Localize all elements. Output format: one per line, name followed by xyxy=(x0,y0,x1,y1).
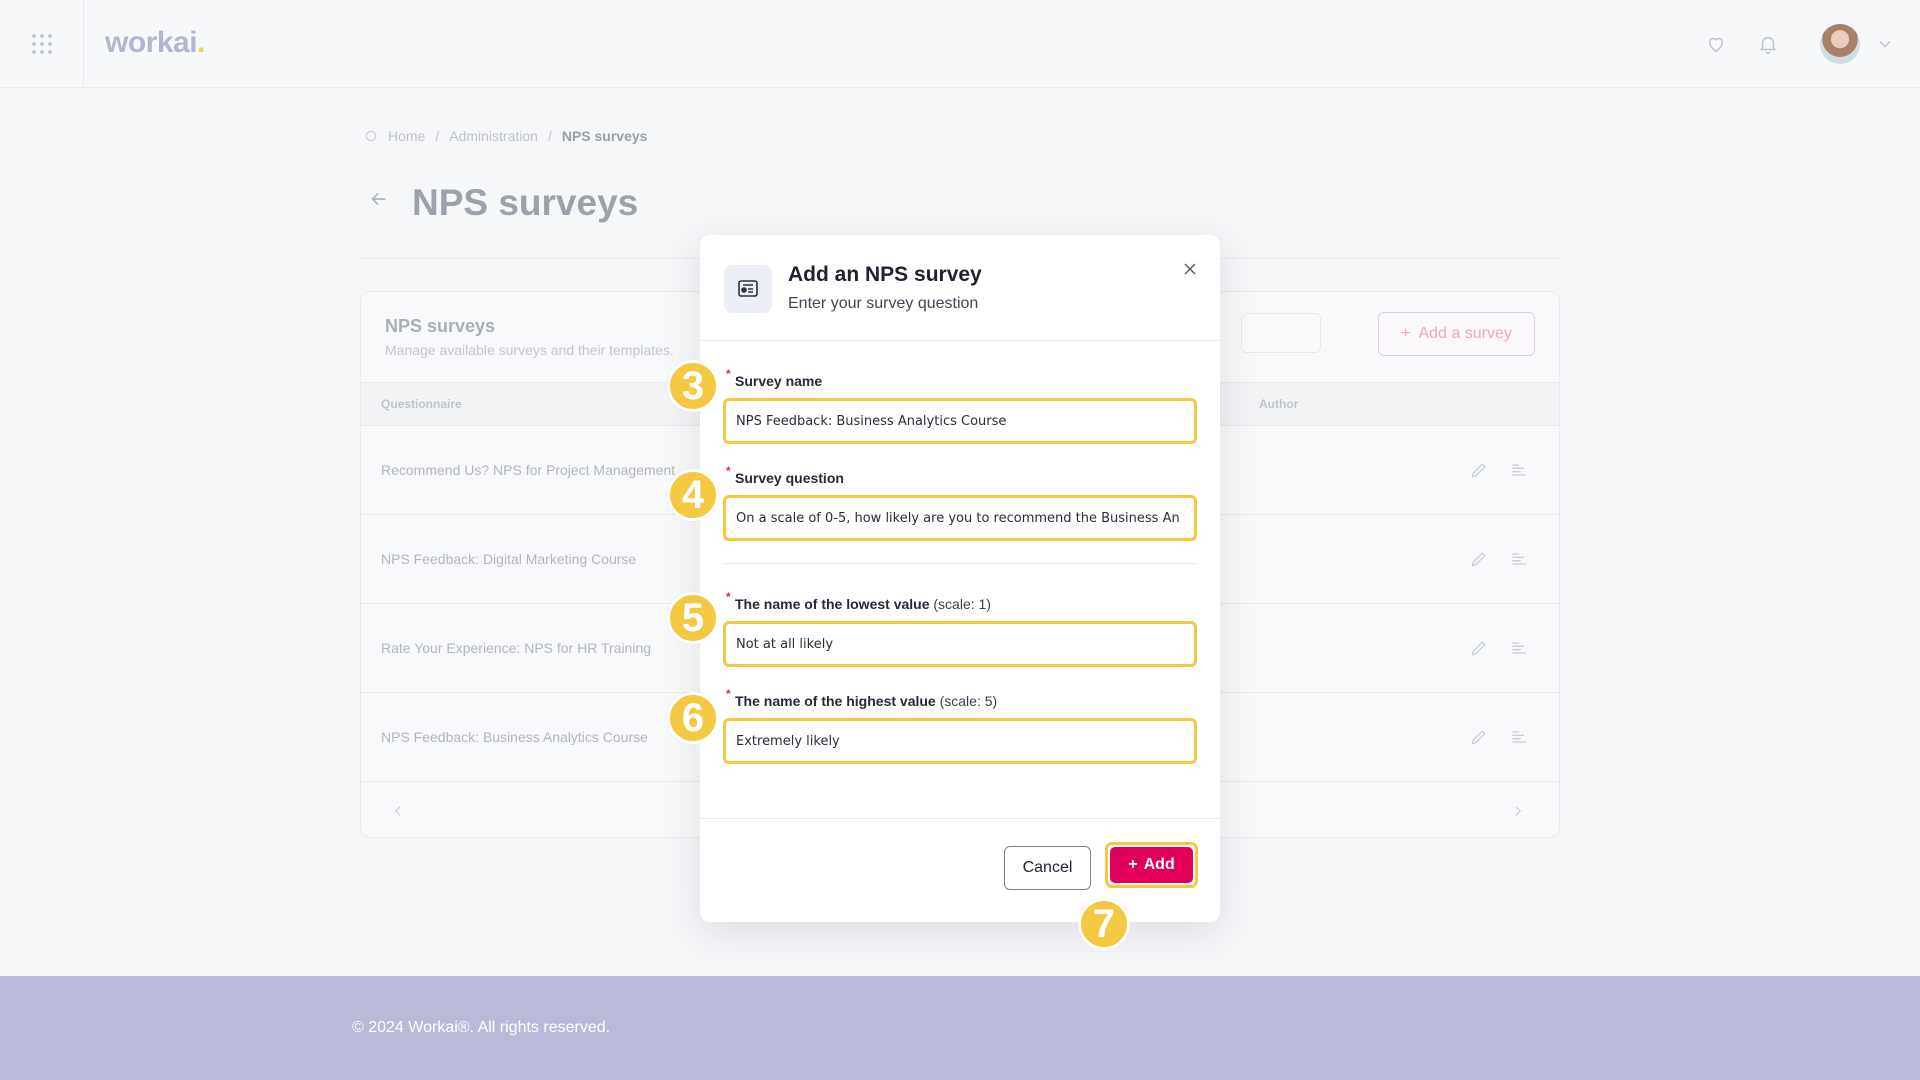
footer: © 2024 Workai®. All rights reserved. xyxy=(0,976,1920,1080)
survey-question-label: * Survey question xyxy=(726,464,844,486)
divider xyxy=(724,563,1196,564)
cancel-button[interactable]: Cancel xyxy=(1004,846,1091,890)
dialog-subtitle: Enter your survey question xyxy=(788,295,979,312)
highest-value-input[interactable] xyxy=(723,718,1197,764)
step-badge-6: 6 xyxy=(667,692,719,744)
step-badge-5: 5 xyxy=(667,592,719,644)
add-survey-dialog: Add an NPS survey Enter your survey ques… xyxy=(700,235,1220,922)
copyright-text: © 2024 Workai®. All rights reserved. xyxy=(352,1019,611,1036)
dialog-title: Add an NPS survey xyxy=(788,263,982,286)
highest-value-label: * The name of the highest value (scale: 5… xyxy=(726,687,998,709)
lowest-value-label: * The name of the lowest value (scale: 1) xyxy=(726,590,991,612)
step-badge-4: 4 xyxy=(667,469,719,521)
lowest-value-input[interactable] xyxy=(723,621,1197,667)
survey-question-input[interactable] xyxy=(723,495,1197,541)
step-badge-3: 3 xyxy=(667,360,719,412)
divider xyxy=(700,340,1220,341)
step-badge-7: 7 xyxy=(1078,898,1130,950)
add-button-highlight: + Add xyxy=(1105,842,1198,888)
add-button[interactable]: + Add xyxy=(1110,847,1193,883)
divider xyxy=(700,818,1220,819)
close-icon xyxy=(1184,263,1196,275)
plus-icon: + xyxy=(1128,856,1138,873)
close-button[interactable] xyxy=(1176,255,1204,283)
survey-name-label: * Survey name xyxy=(726,367,823,389)
survey-name-input[interactable] xyxy=(723,398,1197,444)
survey-icon xyxy=(724,265,772,313)
